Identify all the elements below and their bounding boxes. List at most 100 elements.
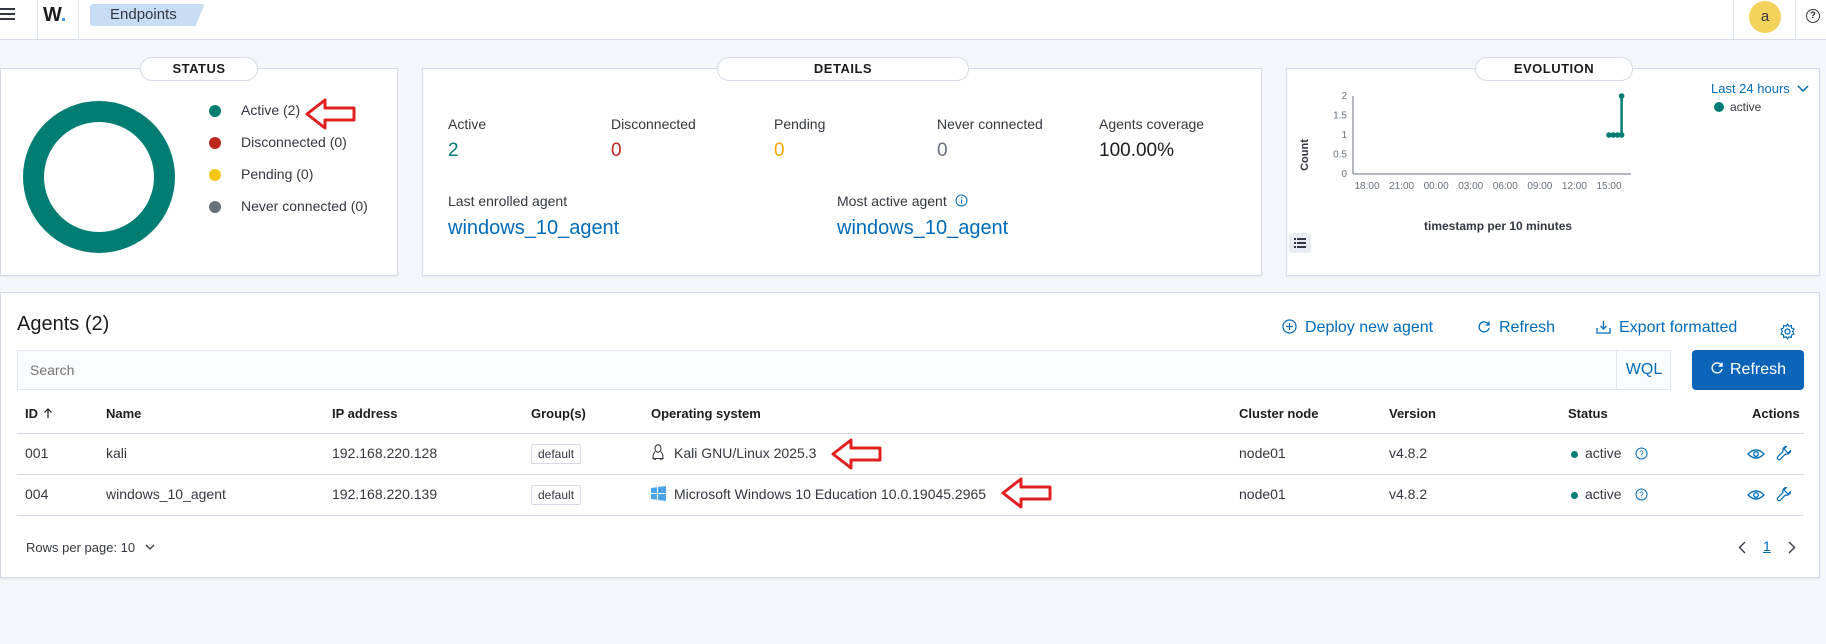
stat-value-never-connected[interactable]: 0	[937, 140, 948, 162]
cell-status: active	[1585, 445, 1622, 461]
stat-label-disconnected: Disconnected	[611, 116, 696, 132]
cell-cluster-node: node01	[1239, 445, 1286, 461]
sort-ascending-icon	[44, 408, 52, 418]
chevron-down-icon	[1797, 85, 1809, 93]
page-1-button[interactable]: 1	[1763, 538, 1771, 554]
cell-status: active	[1585, 486, 1622, 502]
column-header-groups[interactable]: Group(s)	[531, 406, 586, 421]
search-bar	[17, 350, 1671, 390]
time-range-selector[interactable]: Last 24 hours	[1711, 81, 1809, 96]
stat-value-pending[interactable]: 0	[774, 140, 785, 162]
deploy-new-agent-button[interactable]: Deploy new agent	[1282, 319, 1433, 337]
rows-per-page-selector[interactable]: Rows per page: 10	[26, 540, 155, 555]
cell-ip: 192.168.220.139	[332, 486, 438, 502]
stat-label-active: Active	[448, 116, 487, 132]
y-tick-label: 1.5	[1333, 111, 1347, 122]
header-divider	[78, 0, 79, 40]
x-tick-label: 12:00	[1562, 181, 1587, 192]
question-icon[interactable]: ?	[1635, 488, 1648, 501]
breadcrumb-endpoints[interactable]: Endpoints	[90, 4, 205, 26]
column-header-ip[interactable]: IP address	[332, 406, 398, 421]
column-header-status[interactable]: Status	[1568, 406, 1608, 421]
x-tick-label: 21:00	[1389, 181, 1414, 192]
red-arrow-annotation	[1001, 477, 1052, 509]
data-point[interactable]	[1618, 132, 1625, 138]
cell-cluster-node: node01	[1239, 486, 1286, 502]
details-title: DETAILS	[717, 57, 969, 81]
cell-name: kali	[106, 445, 128, 461]
menu-icon[interactable]	[0, 0, 36, 40]
legend-dot	[209, 105, 221, 117]
info-icon[interactable]	[955, 194, 968, 207]
most-active-label-text: Most active agent	[837, 193, 947, 209]
red-arrow-annotation	[305, 98, 356, 130]
user-avatar[interactable]: a	[1749, 1, 1781, 33]
chart-x-label: timestamp per 10 minutes	[1424, 219, 1573, 233]
svg-text:?: ?	[1639, 450, 1644, 459]
cell-os: Microsoft Windows 10 Education 10.0.1904…	[674, 486, 987, 502]
cell-name: windows_10_agent	[106, 486, 226, 502]
wrench-icon[interactable]	[1776, 486, 1792, 502]
legend-dot	[209, 137, 221, 149]
legend-label: active	[1730, 100, 1762, 114]
last-enrolled-link[interactable]: windows_10_agent	[448, 217, 619, 240]
status-dot	[1571, 492, 1578, 499]
stat-value-disconnected[interactable]: 0	[611, 140, 622, 162]
data-point[interactable]	[1618, 93, 1625, 99]
eye-icon[interactable]	[1747, 489, 1765, 501]
column-header-name[interactable]: Name	[106, 406, 141, 421]
question-icon[interactable]: ?	[1635, 447, 1648, 460]
cell-id: 001	[25, 445, 49, 461]
details-panel: DETAILS Active 2 Disconnected 0 Pending …	[422, 57, 1262, 276]
cell-version: v4.8.2	[1389, 486, 1428, 502]
stat-label-never-connected: Never connected	[937, 116, 1043, 132]
gear-icon[interactable]	[1779, 323, 1796, 340]
column-header-os[interactable]: Operating system	[651, 406, 761, 421]
list-icon	[1294, 238, 1306, 248]
stat-value-active[interactable]: 2	[448, 140, 459, 162]
help-icon[interactable]: ?	[1806, 9, 1820, 23]
wrench-icon[interactable]	[1776, 445, 1792, 461]
chevron-left-icon[interactable]	[1738, 541, 1746, 554]
plus-circle-icon	[1282, 319, 1297, 334]
group-badge[interactable]: default	[531, 444, 582, 464]
refresh-button-label: Refresh	[1729, 361, 1787, 378]
cell-version: v4.8.2	[1389, 445, 1428, 461]
search-input[interactable]	[18, 351, 1670, 389]
refresh-button[interactable]: Refresh	[1692, 350, 1804, 390]
windows-icon	[651, 486, 666, 501]
header-divider	[1733, 0, 1734, 40]
status-donut-chart	[23, 101, 175, 253]
header-divider	[37, 0, 38, 40]
refresh-link-button[interactable]: Refresh	[1477, 319, 1555, 337]
deploy-label: Deploy new agent	[1305, 319, 1434, 336]
y-tick-label: 0.5	[1333, 150, 1347, 161]
refresh-icon	[1478, 321, 1490, 333]
wql-toggle[interactable]: WQL	[1616, 350, 1671, 390]
chart-legend-item[interactable]: active	[1714, 100, 1761, 114]
column-header-cluster-node[interactable]: Cluster node	[1239, 406, 1318, 421]
stat-value-coverage: 100.00%	[1099, 140, 1175, 161]
x-tick-label: 00:00	[1424, 181, 1449, 192]
svg-text:?: ?	[1639, 491, 1644, 500]
group-badge[interactable]: default	[531, 485, 582, 505]
export-formatted-button[interactable]: Export formatted	[1596, 319, 1737, 337]
column-header-id[interactable]: ID	[25, 406, 53, 421]
top-header: W. Endpoints a ?	[0, 0, 1826, 40]
most-active-link[interactable]: windows_10_agent	[837, 217, 1008, 240]
column-header-version[interactable]: Version	[1389, 406, 1436, 421]
agents-panel: Agents (2) Deploy new agent Refresh Expo…	[0, 292, 1820, 578]
cell-id: 004	[25, 486, 49, 502]
chevron-down-icon	[145, 544, 155, 550]
x-tick-label: 03:00	[1458, 181, 1483, 192]
app-logo[interactable]: W.	[43, 4, 66, 27]
legend-label: Pending (0)	[241, 166, 314, 182]
chevron-right-icon[interactable]	[1788, 541, 1796, 554]
legend-label: Active (2)	[241, 102, 301, 118]
y-tick-label: 0	[1341, 169, 1347, 180]
red-arrow-annotation	[831, 438, 882, 470]
table-row[interactable]	[17, 434, 1804, 474]
eye-icon[interactable]	[1747, 448, 1765, 460]
cell-os: Kali GNU/Linux 2025.3	[674, 445, 817, 461]
chart-legend-toggle[interactable]	[1289, 233, 1311, 253]
